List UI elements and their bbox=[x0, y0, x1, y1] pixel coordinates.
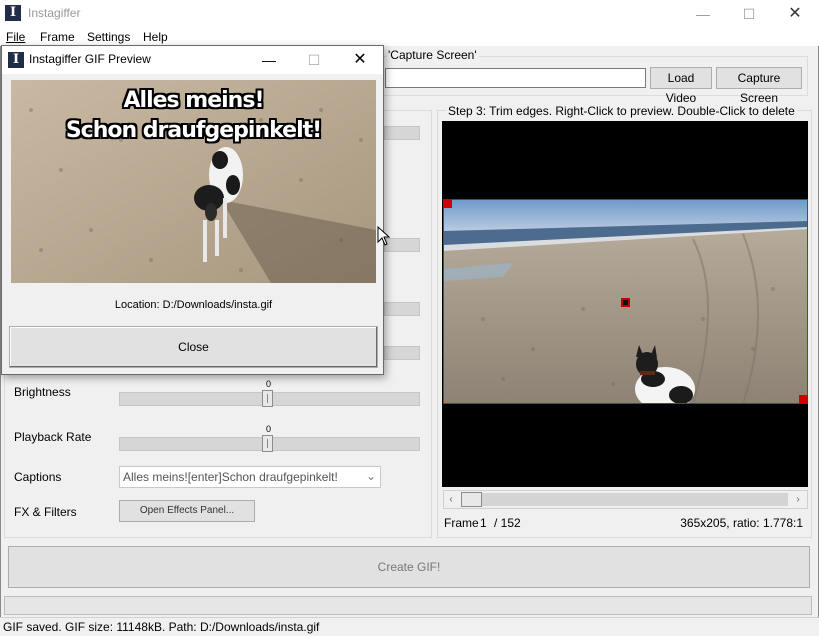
brightness-value: 0 bbox=[266, 379, 272, 389]
captions-combobox[interactable]: Alles meins![enter]Schon draufgepinkelt! bbox=[119, 466, 381, 488]
slider-track-hidden-4[interactable] bbox=[384, 346, 420, 360]
trim-instructions: Step 3: Trim edges. Right-Click to previ… bbox=[446, 104, 797, 118]
playback-rate-slider-thumb[interactable] bbox=[262, 435, 273, 452]
slider-track-hidden-1[interactable] bbox=[384, 126, 420, 140]
mouse-cursor-icon bbox=[377, 226, 391, 246]
menu-settings[interactable]: Settings bbox=[87, 28, 130, 46]
create-gif-button[interactable]: Create GIF! bbox=[8, 546, 810, 588]
frame-scroll-track[interactable] bbox=[461, 493, 788, 506]
preview-location: Location: D:/Downloads/insta.gif bbox=[114, 299, 273, 311]
chevron-down-icon[interactable]: ⌄ bbox=[366, 469, 376, 483]
menu-help-label: Help bbox=[143, 30, 168, 44]
playback-rate-label: Playback Rate bbox=[14, 430, 92, 444]
captions-label: Captions bbox=[14, 470, 62, 484]
preview-caption-line2: Schon draufgepinkelt! bbox=[65, 118, 322, 143]
menu-file[interactable]: File bbox=[6, 28, 25, 46]
brightness-slider-thumb[interactable] bbox=[262, 390, 273, 407]
progress-bar bbox=[4, 596, 812, 615]
menu-bar: File Frame Settings Help bbox=[0, 28, 819, 46]
crop-dimensions: 365x205, ratio: 1.778:1 bbox=[680, 516, 803, 530]
status-bar: GIF saved. GIF size: 11148kB. Path: D:/D… bbox=[0, 617, 819, 636]
close-window-button[interactable]: ✕ bbox=[772, 0, 818, 28]
app-title: Instagiffer bbox=[28, 6, 81, 20]
menu-frame-label: Frame bbox=[40, 30, 75, 44]
preview-minimize-button[interactable]: — bbox=[246, 46, 292, 74]
preview-maximize-button[interactable]: ☐ bbox=[291, 46, 337, 74]
step1-caption: 'Capture Screen' bbox=[386, 48, 479, 62]
menu-settings-label: Settings bbox=[87, 30, 131, 44]
preview-app-icon: I bbox=[8, 52, 24, 68]
frame-label: Frame bbox=[444, 516, 479, 530]
scroll-left-arrow-icon[interactable]: ‹ bbox=[444, 491, 458, 508]
app-icon: I bbox=[5, 5, 21, 21]
trim-handle-center[interactable] bbox=[621, 298, 630, 307]
slider-track-hidden-3[interactable] bbox=[384, 302, 420, 316]
capture-screen-button[interactable]: Capture Screen bbox=[716, 67, 802, 105]
trim-handle-top-left[interactable] bbox=[443, 199, 452, 208]
maximize-button[interactable]: ☐ bbox=[726, 0, 772, 28]
menu-file-label: File bbox=[6, 30, 26, 44]
menu-frame[interactable]: Frame bbox=[40, 28, 75, 46]
fx-filters-label: FX & Filters bbox=[14, 505, 77, 519]
open-effects-panel-button[interactable]: Open Effects Panel... bbox=[119, 500, 255, 522]
frame-current: 1 bbox=[480, 516, 487, 530]
video-url-input[interactable] bbox=[385, 68, 646, 88]
gif-preview-image: Alles meins! Schon draufgepinkelt! bbox=[11, 80, 376, 283]
load-video-button[interactable]: Load Video bbox=[650, 67, 712, 105]
minimize-button[interactable]: — bbox=[680, 0, 726, 28]
trim-handle-bottom-right[interactable] bbox=[799, 395, 808, 404]
preview-close-x-button[interactable]: ✕ bbox=[337, 46, 383, 74]
frame-scroll-thumb[interactable] bbox=[461, 492, 482, 507]
scroll-right-arrow-icon[interactable]: › bbox=[791, 491, 805, 508]
menu-help[interactable]: Help bbox=[143, 28, 168, 46]
frame-total: / 152 bbox=[494, 516, 521, 530]
preview-caption-line1: Alles meins! bbox=[123, 88, 265, 113]
preview-close-button[interactable]: Close bbox=[9, 326, 378, 368]
brightness-label: Brightness bbox=[14, 385, 71, 399]
playback-rate-value: 0 bbox=[266, 424, 272, 434]
preview-title: Instagiffer GIF Preview bbox=[29, 52, 151, 66]
